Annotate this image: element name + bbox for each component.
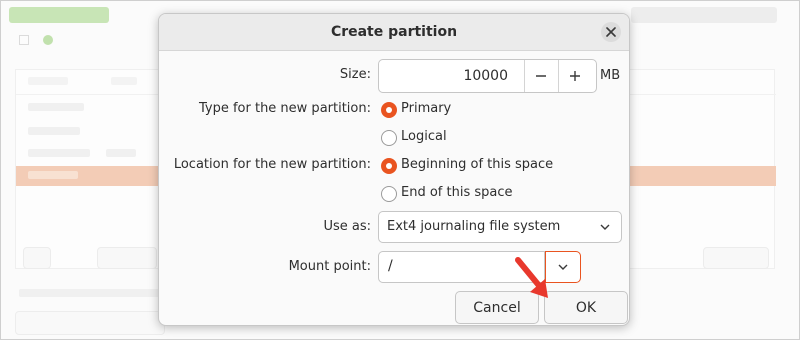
size-unit: MB <box>600 68 621 83</box>
minus-icon <box>536 75 546 77</box>
radio-primary-label[interactable]: Primary <box>401 101 451 116</box>
ok-button[interactable]: OK <box>544 291 628 324</box>
size-value[interactable]: 10000 <box>463 68 508 84</box>
use-as-label: Use as: <box>323 219 371 234</box>
red-arrow-icon <box>515 257 548 298</box>
close-icon <box>606 27 616 37</box>
radio-logical[interactable] <box>381 130 397 146</box>
location-label: Location for the new partition: <box>173 157 371 172</box>
dialog-titlebar: Create partition <box>159 14 629 51</box>
mount-point-value: / <box>388 258 393 274</box>
radio-beginning[interactable] <box>381 158 397 174</box>
dialog-title: Create partition <box>330 24 458 40</box>
mount-point-label: Mount point: <box>288 259 371 274</box>
radio-end-label[interactable]: End of this space <box>401 185 513 200</box>
chevron-down-icon <box>558 264 568 270</box>
create-partition-dialog: Create partition Size: 10000 MB Type for… <box>158 13 630 326</box>
chevron-down-icon <box>600 224 610 230</box>
increment-button[interactable] <box>558 60 591 92</box>
use-as-combo[interactable]: Ext4 journaling file system <box>378 211 622 243</box>
radio-end[interactable] <box>381 186 397 202</box>
size-label: Size: <box>339 67 371 82</box>
radio-beginning-label[interactable]: Beginning of this space <box>401 157 553 172</box>
type-label: Type for the new partition: <box>198 101 371 116</box>
plus-icon <box>570 71 580 81</box>
radio-logical-label[interactable]: Logical <box>401 129 447 144</box>
radio-primary[interactable] <box>381 102 397 118</box>
close-button[interactable] <box>601 22 621 42</box>
use-as-value: Ext4 journaling file system <box>387 219 561 234</box>
decrement-button[interactable] <box>524 60 557 92</box>
size-spinbutton: 10000 <box>378 59 597 93</box>
